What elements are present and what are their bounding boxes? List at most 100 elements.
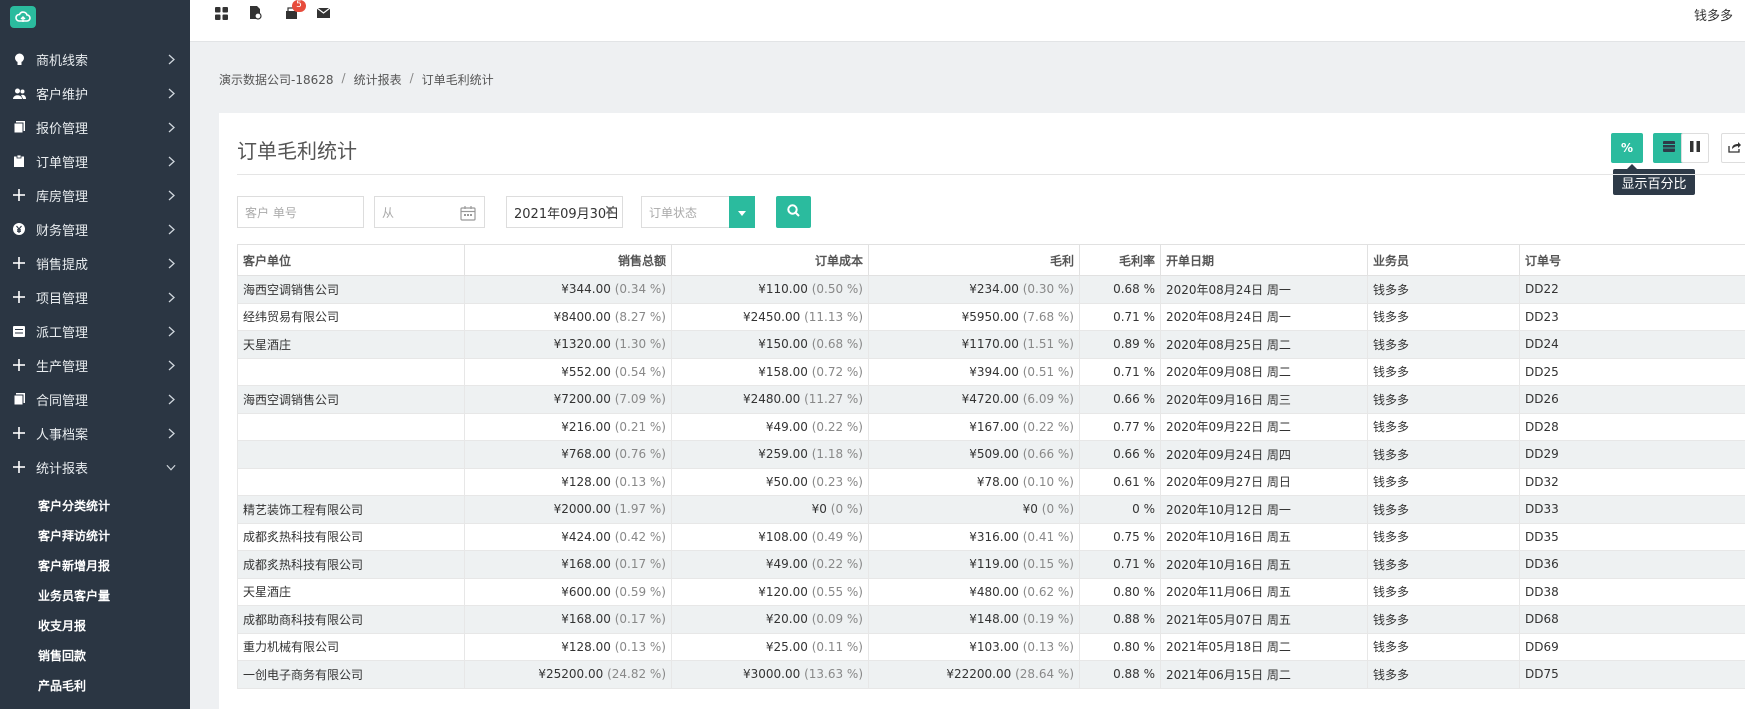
logo[interactable] bbox=[0, 0, 190, 30]
sidebar-item-0[interactable]: 商机线索 bbox=[0, 42, 190, 76]
table-row[interactable]: 成都炙热科技有限公司 ¥424.00 (0.42 %) ¥108.00 (0.49 … bbox=[237, 522, 1745, 551]
report-table-wrapper: 客户单位 销售总额 订单成本 毛利 毛利率 开单日期 业务员 订单号 海西空调销… bbox=[237, 244, 1745, 709]
table-row[interactable]: ¥216.00 (0.21 %) ¥49.00 (0.22 %) ¥167.00 (… bbox=[237, 412, 1745, 441]
columns-button[interactable] bbox=[1681, 133, 1709, 163]
customer-order-input[interactable]: 客户 单号 bbox=[237, 196, 364, 228]
cell-margin: 0.66 % bbox=[1079, 440, 1161, 469]
table-row[interactable]: 精艺装饰工程有限公司 ¥2000.00 (1.97 %) ¥0 (0 %) ¥0 (0… bbox=[237, 495, 1745, 524]
table-row[interactable]: 天星酒庄 ¥1320.00 (1.30 %) ¥150.00 (0.68 %) ¥11… bbox=[237, 330, 1745, 359]
table-row[interactable]: 重力机械有限公司 ¥128.00 (0.13 %) ¥25.00 (0.11 %) ¥… bbox=[237, 632, 1745, 661]
order-status-select[interactable]: 订单状态 bbox=[641, 196, 730, 228]
cell-order[interactable]: DD22 bbox=[1519, 275, 1745, 304]
chevron-right-icon bbox=[166, 394, 176, 404]
col-header-sales[interactable]: 销售总额 bbox=[464, 244, 672, 276]
cell-order[interactable]: DD33 bbox=[1519, 495, 1745, 524]
sidebar-item-12[interactable]: 统计报表 bbox=[0, 450, 190, 484]
cell-profit: ¥480.00 (0.62 %) bbox=[868, 577, 1080, 606]
clear-icon[interactable]: ✕ bbox=[604, 203, 616, 219]
sidebar-item-2[interactable]: 报价管理 bbox=[0, 110, 190, 144]
cell-profit: ¥148.00 (0.19 %) bbox=[868, 605, 1080, 634]
sidebar-item-11[interactable]: 人事档案 bbox=[0, 416, 190, 450]
cell-order[interactable]: DD28 bbox=[1519, 412, 1745, 441]
table-row[interactable]: 经纬贸易有限公司 ¥8400.00 (8.27 %) ¥2450.00 (11.13… bbox=[237, 302, 1745, 331]
submenu-item[interactable]: 客户拜访统计 bbox=[0, 520, 190, 550]
sidebar-item-1[interactable]: 客户维护 bbox=[0, 76, 190, 110]
cell-order[interactable]: DD32 bbox=[1519, 467, 1745, 496]
col-header-cost[interactable]: 订单成本 bbox=[671, 244, 869, 276]
show-percent-button[interactable]: % bbox=[1611, 133, 1643, 163]
table-row[interactable]: 成都助商科技有限公司 ¥168.00 (0.17 %) ¥20.00 (0.09 %… bbox=[237, 605, 1745, 634]
user-menu[interactable]: 钱多多 bbox=[1694, 5, 1733, 24]
col-header-margin[interactable]: 毛利率 bbox=[1079, 244, 1161, 276]
submenu-item[interactable]: 业务员客户量 bbox=[0, 580, 190, 610]
search-button[interactable] bbox=[776, 196, 811, 228]
cell-customer: 成都助商科技有限公司 bbox=[237, 605, 465, 634]
cell-order[interactable]: DD23 bbox=[1519, 302, 1745, 331]
cell-order[interactable]: DD69 bbox=[1519, 632, 1745, 661]
cell-order[interactable]: DD68 bbox=[1519, 605, 1745, 634]
cell-order[interactable]: DD25 bbox=[1519, 357, 1745, 386]
settings-document-icon[interactable] bbox=[247, 5, 263, 21]
cell-date: 2020年08月24日 周一 bbox=[1160, 302, 1368, 331]
submenu-item[interactable]: 客户新增月报 bbox=[0, 550, 190, 580]
sidebar-item-6[interactable]: 销售提成 bbox=[0, 246, 190, 280]
cell-date: 2020年08月25日 周二 bbox=[1160, 330, 1368, 359]
cell-margin: 0.75 % bbox=[1079, 522, 1161, 551]
date-from-input[interactable]: 从 bbox=[374, 196, 485, 228]
date-to-input[interactable]: 2021年09月30日 ✕ bbox=[506, 196, 623, 228]
sidebar-item-7[interactable]: 项目管理 bbox=[0, 280, 190, 314]
cell-order[interactable]: DD75 bbox=[1519, 660, 1745, 689]
sidebar-item-9[interactable]: 生产管理 bbox=[0, 348, 190, 382]
profit-percent: (28.64 %) bbox=[1015, 667, 1074, 682]
submenu-item[interactable]: 销售回款 bbox=[0, 640, 190, 670]
table-row[interactable]: 一创电子商务有限公司 ¥25200.00 (24.82 %) ¥3000.00 (1… bbox=[237, 660, 1745, 689]
col-header-customer[interactable]: 客户单位 bbox=[237, 244, 465, 276]
calendar-icon[interactable] bbox=[460, 205, 476, 221]
col-header-date[interactable]: 开单日期 bbox=[1160, 244, 1368, 276]
breadcrumb-item-company[interactable]: 演示数据公司-18628 bbox=[219, 71, 334, 88]
cell-order[interactable]: DD38 bbox=[1519, 577, 1745, 606]
sales-percent: (0.21 %) bbox=[614, 419, 666, 434]
col-header-rep[interactable]: 业务员 bbox=[1367, 244, 1520, 276]
cell-order[interactable]: DD29 bbox=[1519, 440, 1745, 469]
cell-profit: ¥5950.00 (7.68 %) bbox=[868, 302, 1080, 331]
sales-percent: (0.42 %) bbox=[614, 529, 666, 544]
status-dropdown-button[interactable] bbox=[729, 196, 755, 228]
col-header-order[interactable]: 订单号 bbox=[1519, 244, 1745, 276]
sidebar-item-3[interactable]: 订单管理 bbox=[0, 144, 190, 178]
table-row[interactable]: ¥552.00 (0.54 %) ¥158.00 (0.72 %) ¥394.00 … bbox=[237, 357, 1745, 386]
cell-margin: 0.61 % bbox=[1079, 467, 1161, 496]
submenu-item[interactable]: 收支月报 bbox=[0, 610, 190, 640]
sidebar-item-label: 库房管理 bbox=[36, 189, 89, 205]
sidebar-menu: 商机线索 客户维护 报价管理 订单管理库房管理财务管理 销售提成 项目管理 派工管理 生产管理… bbox=[0, 42, 190, 484]
tasks-icon[interactable]: 5 bbox=[283, 0, 306, 21]
profit-percent: (0.22 %) bbox=[1022, 419, 1074, 434]
sidebar-item-5[interactable]: 财务管理 bbox=[0, 212, 190, 246]
cell-order[interactable]: DD36 bbox=[1519, 550, 1745, 579]
sales-value: ¥128.00 bbox=[561, 474, 611, 489]
sidebar-item-10[interactable]: 合同管理 bbox=[0, 382, 190, 416]
col-header-profit[interactable]: 毛利 bbox=[868, 244, 1080, 276]
sidebar-item-8[interactable]: 派工管理 bbox=[0, 314, 190, 348]
cell-order[interactable]: DD35 bbox=[1519, 522, 1745, 551]
cell-order[interactable]: DD26 bbox=[1519, 385, 1745, 414]
table-row[interactable]: 成都炙热科技有限公司 ¥168.00 (0.17 %) ¥49.00 (0.22 %… bbox=[237, 550, 1745, 579]
cell-order[interactable]: DD24 bbox=[1519, 330, 1745, 359]
submenu-item[interactable]: 产品毛利 bbox=[0, 670, 190, 700]
grid-icon[interactable] bbox=[213, 5, 229, 21]
submenu-item[interactable]: 客户分类统计 bbox=[0, 490, 190, 520]
breadcrumb-item-reports[interactable]: 统计报表 bbox=[354, 71, 402, 88]
table-row[interactable]: 海西空调销售公司 ¥344.00 (0.34 %) ¥110.00 (0.50 %)… bbox=[237, 275, 1745, 304]
table-row[interactable]: 天星酒庄 ¥600.00 (0.59 %) ¥120.00 (0.55 %) ¥480… bbox=[237, 577, 1745, 606]
cell-margin: 0.80 % bbox=[1079, 632, 1161, 661]
mail-icon[interactable] bbox=[315, 5, 331, 21]
sidebar-item-4[interactable]: 库房管理 bbox=[0, 178, 190, 212]
chevron-right-icon bbox=[166, 326, 176, 336]
cell-profit: ¥394.00 (0.51 %) bbox=[868, 357, 1080, 386]
cell-customer: 天星酒庄 bbox=[237, 330, 465, 359]
table-row[interactable]: ¥768.00 (0.76 %) ¥259.00 (1.18 %) ¥509.00 … bbox=[237, 440, 1745, 469]
cell-sales: ¥8400.00 (8.27 %) bbox=[464, 302, 672, 331]
table-row[interactable]: ¥128.00 (0.13 %) ¥50.00 (0.23 %) ¥78.00 (0… bbox=[237, 467, 1745, 496]
export-button[interactable] bbox=[1721, 133, 1745, 163]
table-row[interactable]: 海西空调销售公司 ¥7200.00 (7.09 %) ¥2480.00 (11.27… bbox=[237, 385, 1745, 414]
